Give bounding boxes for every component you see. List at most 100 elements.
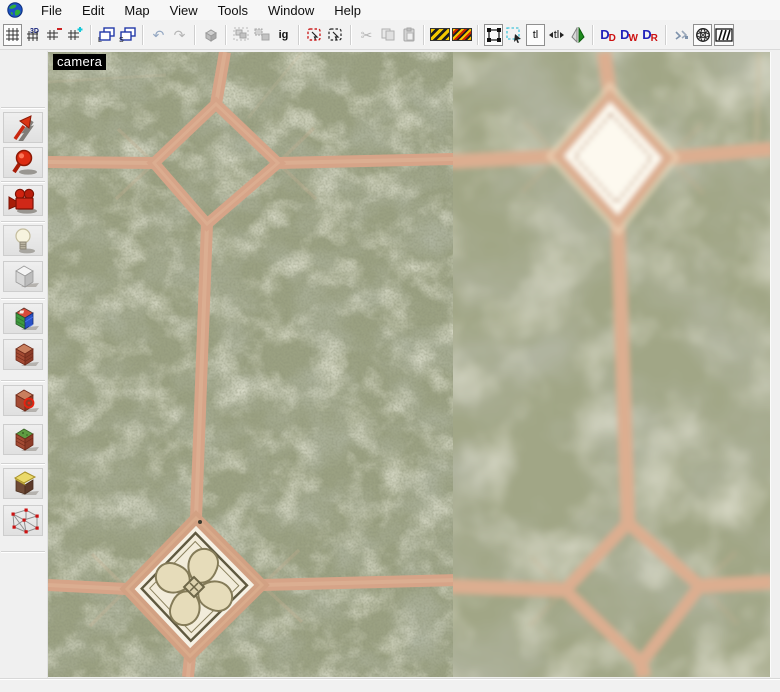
run-dr-button[interactable]: DR [641,24,660,46]
right-arrow-icon [560,32,564,38]
grid-smaller-icon [46,27,63,42]
load-window-state-button[interactable]: L [97,24,116,46]
menu-help[interactable]: Help [324,1,371,20]
sidebar-item-decal-tool[interactable] [3,385,43,416]
paste-icon [401,27,417,42]
toolbar-separator [298,25,300,45]
status-bar [0,678,780,692]
undo-icon: ↶ [153,28,165,42]
menu-bar: File Edit Map View Tools Window Help [0,0,780,21]
toolbar-separator [194,25,196,45]
black-dashed-box-icon [327,27,344,43]
save-label: S [119,37,124,43]
sidebar-item-apply-texture-tool[interactable] [3,339,43,370]
sidebar-item-texture-application-tool[interactable] [3,303,43,334]
group-button[interactable] [232,24,251,46]
run-dw-sub: W [628,33,637,44]
undo-button[interactable]: ↶ [149,24,168,46]
larger-grid-button[interactable] [66,24,85,46]
hammer-editor-window: { "menu": { "items": ["File", "Edit", "M… [0,0,780,691]
auto-selection-button[interactable] [326,24,345,46]
sphere-icon [695,27,711,43]
sidebar-divider [1,551,45,553]
run-dw-button[interactable]: DW [620,24,639,46]
toolbar-separator [142,25,144,45]
flip-faces-icon [570,27,586,43]
sidebar-divider [1,107,45,109]
magnify-icon [5,149,41,176]
map-tools-sidebar [0,51,48,678]
ungroup-button[interactable] [253,24,272,46]
carve-button[interactable] [201,24,220,46]
sidebar-divider [1,463,45,465]
cut-icon: ✂ [361,28,373,42]
magnet-selection-button[interactable] [505,24,524,46]
copy-button[interactable] [378,24,397,46]
clip-cube-icon [5,470,41,497]
texture-lock-label: tl [533,29,539,41]
menu-window[interactable]: Window [258,1,324,20]
ignore-groups-button[interactable]: ig [274,24,293,46]
red-dashed-box-icon [306,27,323,43]
save-window-state-button[interactable]: S [118,24,137,46]
sidebar-item-magnify-tool[interactable] [3,147,43,178]
texture-scale-lock-label: tl [554,29,560,41]
texture-lock-button[interactable]: tl [526,24,545,46]
sidebar-divider [1,380,45,382]
right-gutter [770,52,780,677]
hide-unselected-button[interactable] [452,24,472,46]
sidebar-divider [1,221,45,223]
ignore-groups-label: ig [279,29,289,41]
camera-3d-viewport[interactable]: camera [48,52,770,677]
hide-selected-button[interactable] [430,24,450,46]
carve-icon [203,28,219,42]
grid-larger-icon [67,27,84,42]
sidebar-item-overlay-tool[interactable] [3,424,43,455]
select-by-handles-button[interactable] [305,24,324,46]
morph-icon [673,28,690,42]
morph-button[interactable] [672,24,691,46]
toggle-models-button[interactable] [693,24,712,46]
toolbar-separator [90,25,92,45]
menu-file[interactable]: File [31,1,72,20]
toggle-detail-objects-button[interactable] [714,24,734,46]
brick-cube-icon [5,341,41,368]
run-dd-sub: D [609,33,616,44]
selection-mode-button[interactable] [484,24,503,46]
decal-cube-icon [5,387,41,414]
hazard-stripes-red-icon [452,28,472,41]
group-icon [233,27,250,42]
camera-icon [5,187,41,214]
sidebar-item-entity-tool[interactable] [3,225,43,256]
sidebar-item-selection-tool[interactable] [3,112,43,143]
sidebar-item-vertex-tool[interactable] [3,505,43,536]
smaller-grid-button[interactable] [45,24,64,46]
flip-faces-button[interactable] [568,24,587,46]
menu-view[interactable]: View [160,1,208,20]
toolbar-separator [225,25,227,45]
cut-button[interactable]: ✂ [357,24,376,46]
sidebar-item-clip-tool[interactable] [3,468,43,499]
toolbar-separator [350,25,352,45]
floor-texture-scene [48,52,770,677]
multicolor-cube-icon [5,305,41,332]
grid-icon [5,27,20,42]
sidebar-item-block-tool[interactable] [3,261,43,292]
sidebar-divider [1,298,45,300]
run-dr-sub: R [651,33,658,44]
toggle-3d-grid-button[interactable]: 3D [24,24,43,46]
vertex-cube-icon [5,507,41,534]
menu-map[interactable]: Map [114,1,159,20]
toggle-grid-button[interactable] [3,24,22,46]
redo-icon: ↷ [174,28,186,42]
run-dd-button[interactable]: DD [599,24,618,46]
menu-edit[interactable]: Edit [72,1,114,20]
sidebar-item-camera-tool[interactable] [3,185,43,216]
toolbar-separator [592,25,594,45]
redo-button[interactable]: ↷ [170,24,189,46]
block-cube-icon [5,263,41,290]
paste-button[interactable] [399,24,418,46]
menu-tools[interactable]: Tools [208,1,258,20]
copy-icon [380,27,396,42]
texture-scale-lock-button[interactable]: tl [547,24,566,46]
